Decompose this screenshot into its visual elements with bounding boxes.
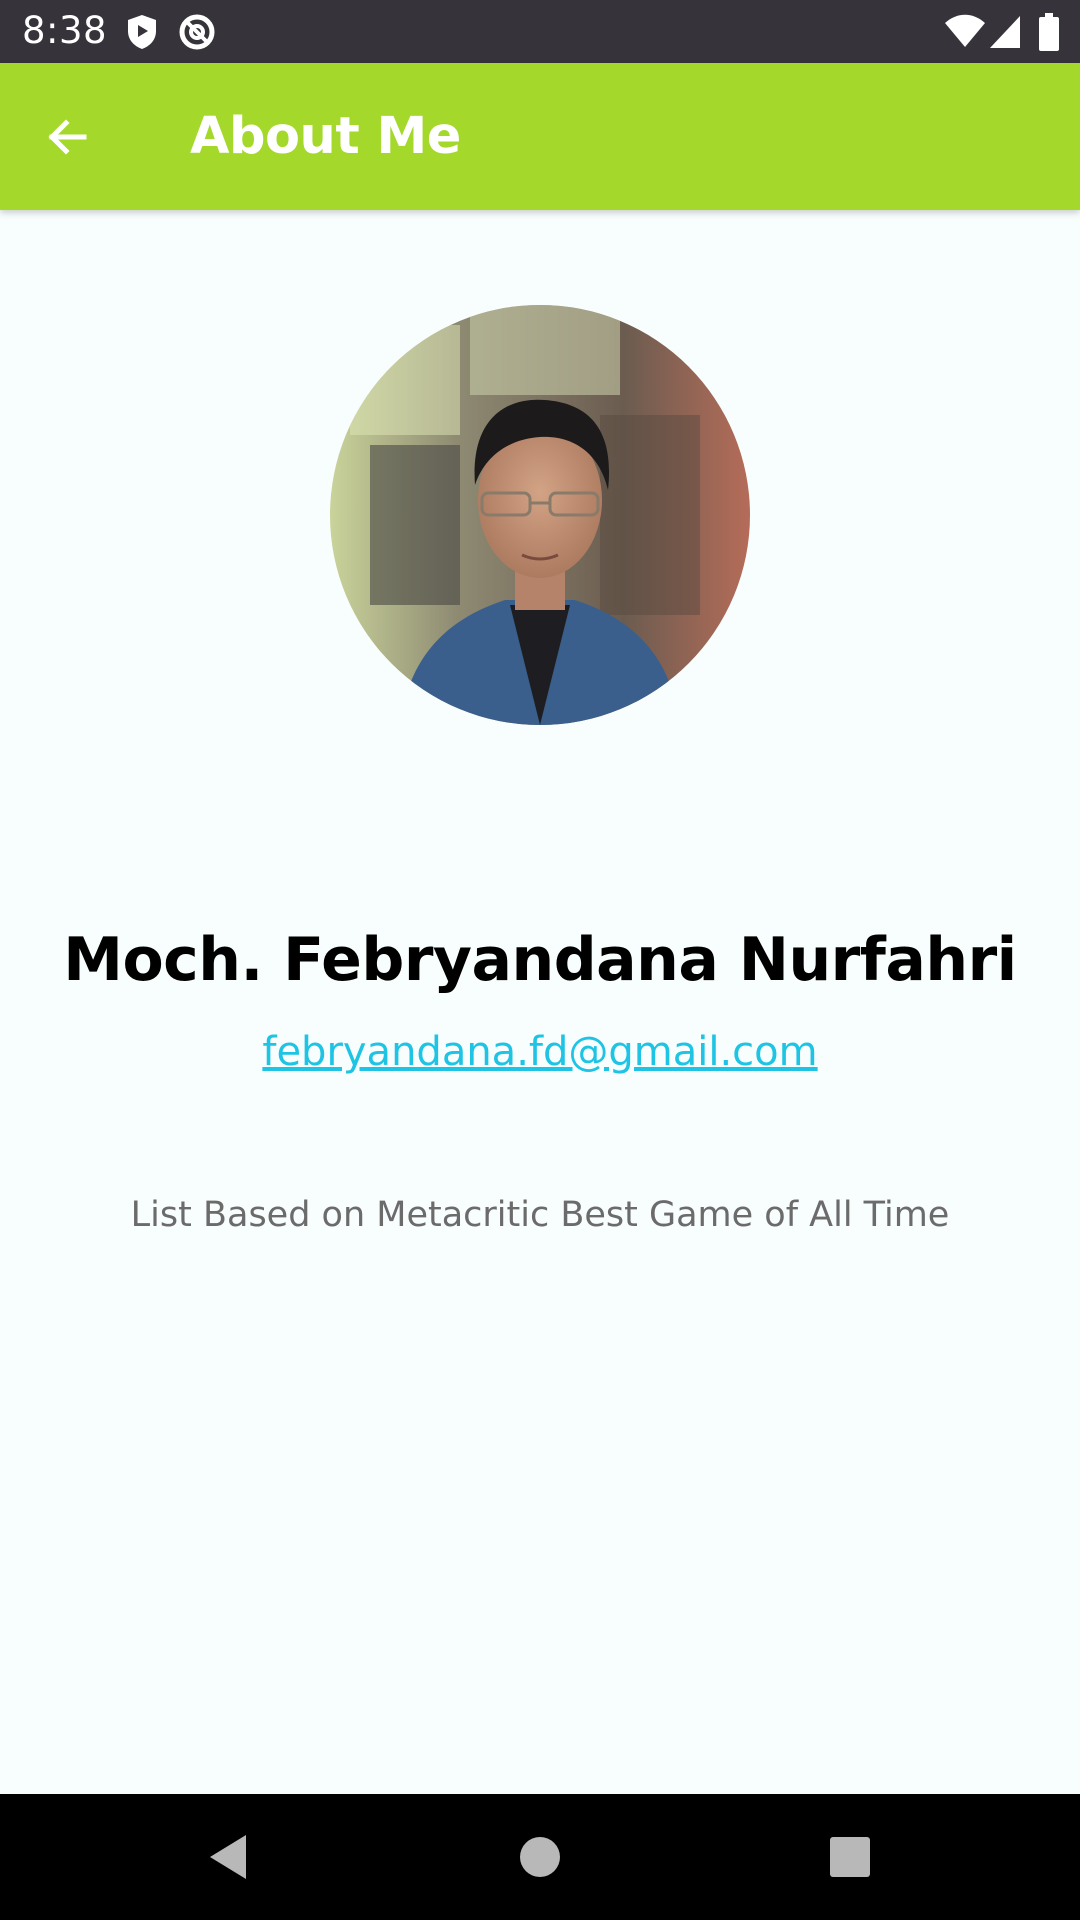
app-bar: About Me xyxy=(0,63,1080,210)
data-saver-icon xyxy=(179,14,215,50)
email-link[interactable]: febryandana.fd@gmail.com xyxy=(0,1024,1080,1080)
status-time: 8:38 xyxy=(22,9,108,52)
avatar xyxy=(330,305,750,725)
wifi-icon xyxy=(945,14,985,47)
profile-name: Moch. Febryandana Nurfahri xyxy=(63,925,1017,995)
home-circle-icon[interactable] xyxy=(510,1827,570,1887)
battery-icon xyxy=(1039,13,1059,51)
arrow-back-icon[interactable] xyxy=(34,103,102,171)
play-protect-icon xyxy=(128,15,156,49)
profile-photo-image xyxy=(330,305,750,725)
about-me-screen: 8:38 About Me Moch. Febryandana Nurfahri… xyxy=(0,0,1080,1920)
status-bar: 8:38 xyxy=(0,0,1080,63)
recents-square-icon[interactable] xyxy=(820,1827,880,1887)
navigation-bar xyxy=(0,1794,1080,1920)
signal-icon xyxy=(990,16,1020,48)
page-title: About Me xyxy=(190,107,461,166)
back-triangle-icon[interactable] xyxy=(198,1827,258,1887)
profile-caption: List Based on Metacritic Best Game of Al… xyxy=(130,1195,950,1235)
